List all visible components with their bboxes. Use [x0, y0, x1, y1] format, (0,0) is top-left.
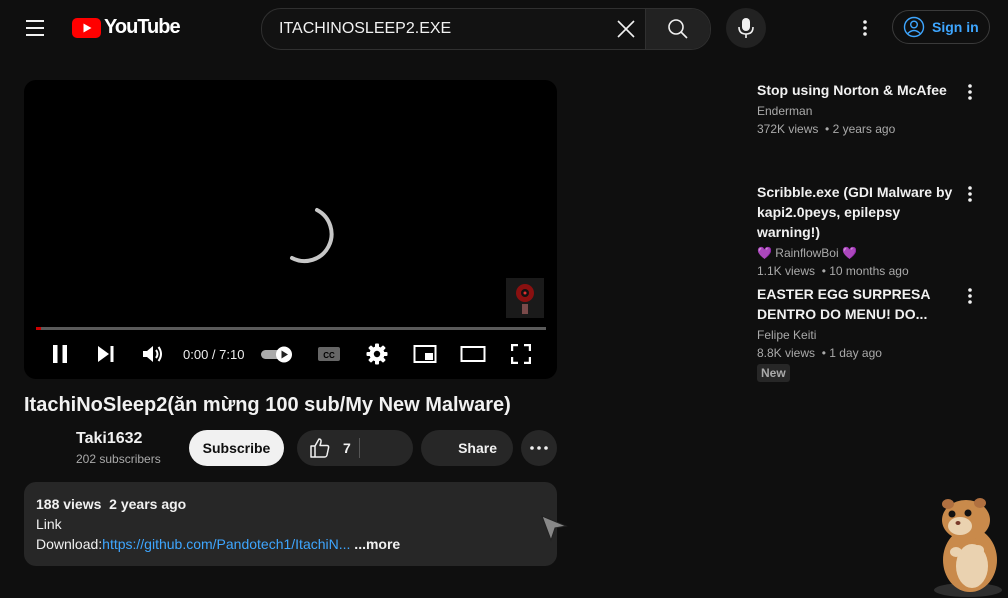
channel-name[interactable]: Taki1632 — [76, 430, 142, 448]
more-actions-button[interactable] — [521, 430, 557, 466]
sign-in-label: Sign in — [932, 19, 979, 35]
recommendation-menu-icon[interactable] — [962, 184, 978, 204]
progress-fill — [36, 327, 42, 330]
next-button[interactable] — [94, 342, 118, 366]
video-player[interactable]: 0:00 / 7:10 CC — [24, 80, 557, 379]
description-download-line: Download:https://github.com/Pandotech1/I… — [36, 536, 400, 552]
fullscreen-icon — [511, 344, 531, 364]
miniplayer-icon — [413, 345, 437, 363]
recommendation-channel: 💜 RainflowBoi 💜 — [757, 246, 857, 260]
recommendation-item[interactable]: Scribble.exe (GDI Malware by kapi2.0peys… — [757, 182, 967, 278]
theater-mode-button[interactable] — [459, 342, 487, 366]
youtube-play-icon — [72, 17, 101, 38]
hamster-mascot-icon — [934, 498, 1002, 597]
settings-more-icon[interactable] — [856, 18, 874, 38]
settings-button[interactable] — [364, 342, 390, 366]
pause-icon — [53, 345, 67, 363]
account-icon — [903, 16, 925, 38]
captions-button[interactable]: CC — [316, 342, 342, 366]
description-meta: 188 views 2 years ago — [36, 496, 187, 512]
show-more-button[interactable]: ...more — [350, 536, 400, 552]
channel-watermark[interactable] — [506, 278, 544, 318]
thumbs-up-icon — [310, 438, 330, 458]
search-input[interactable] — [262, 9, 642, 49]
like-dislike-group: 7 — [297, 430, 413, 466]
recommendation-meta: 372K views • 2 years ago — [757, 122, 896, 136]
like-button[interactable]: 7 — [297, 430, 359, 466]
loading-spinner-icon — [290, 208, 334, 264]
subscriber-count: 202 subscribers — [76, 452, 161, 466]
gear-icon — [366, 343, 388, 365]
recommendation-title: EASTER EGG SURPRESA DENTRO DO MENU! DO..… — [757, 286, 930, 322]
more-horizontal-icon — [530, 446, 548, 450]
youtube-logo[interactable]: YouTube — [72, 16, 181, 39]
share-label: Share — [458, 440, 497, 456]
fullscreen-button[interactable] — [508, 342, 534, 366]
recommendation-menu-icon[interactable] — [962, 82, 978, 102]
download-label: Download: — [36, 536, 103, 552]
theater-icon — [460, 346, 486, 362]
recommendation-channel: Felipe Keiti — [757, 328, 817, 342]
miniplayer-button[interactable] — [412, 342, 438, 366]
recommendation-meta: 8.8K views • 1 day ago — [757, 346, 882, 360]
recommendation-item[interactable]: EASTER EGG SURPRESA DENTRO DO MENU! DO..… — [757, 284, 967, 382]
description-text: Link — [36, 516, 62, 532]
voice-search-button[interactable] — [726, 8, 766, 48]
recommendation-menu-icon[interactable] — [962, 286, 978, 306]
recommendation-channel: Enderman — [757, 104, 813, 118]
autoplay-toggle[interactable] — [260, 342, 296, 366]
volume-icon — [143, 346, 162, 362]
description-box[interactable]: 188 views 2 years ago Link Download:http… — [24, 482, 557, 566]
recommendation-title: Stop using Norton & McAfee — [757, 82, 947, 98]
recommendation-meta: 1.1K views • 10 months ago — [757, 264, 909, 278]
search-button[interactable] — [645, 9, 710, 49]
logo-wordmark: YouTube — [104, 16, 181, 38]
github-link[interactable]: https://github.com/Pandotech1/ItachiN... — [102, 536, 350, 552]
recommendation-item[interactable]: Stop using Norton & McAfee Enderman 372K… — [757, 80, 967, 136]
subscribe-button[interactable]: Subscribe — [189, 430, 284, 466]
menu-icon[interactable] — [24, 18, 46, 38]
svg-text:CC: CC — [323, 351, 335, 360]
new-badge: New — [757, 364, 790, 382]
next-icon — [98, 346, 114, 362]
microphone-icon — [738, 18, 754, 38]
like-count: 7 — [343, 440, 351, 456]
share-button[interactable]: Share — [421, 430, 513, 466]
time-display: 0:00 / 7:10 — [183, 347, 245, 362]
captions-icon: CC — [318, 347, 340, 361]
mouse-cursor-icon — [541, 515, 568, 542]
clear-search-icon[interactable] — [614, 17, 638, 41]
search-box — [261, 8, 711, 50]
video-title: ItachiNoSleep2(ăn mừng 100 sub/My New Ma… — [24, 394, 511, 416]
pause-button[interactable] — [48, 342, 72, 366]
progress-bar[interactable] — [36, 327, 546, 330]
search-icon — [668, 19, 688, 39]
volume-button[interactable] — [140, 342, 166, 366]
dislike-button[interactable] — [360, 430, 413, 466]
autoplay-toggle-icon — [261, 346, 292, 363]
sign-in-button[interactable]: Sign in — [892, 10, 990, 44]
recommendation-title: Scribble.exe (GDI Malware by kapi2.0peys… — [757, 184, 953, 240]
